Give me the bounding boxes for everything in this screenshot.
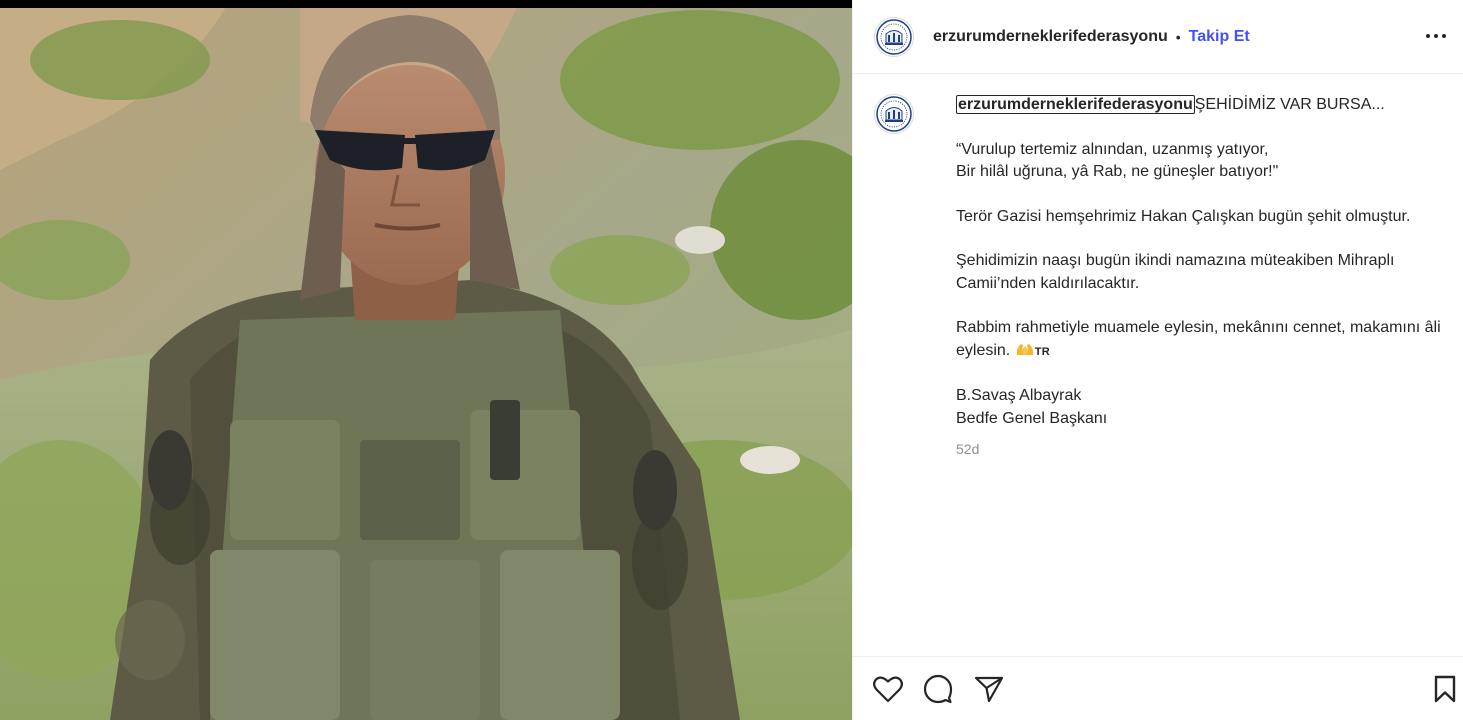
soldier-photo-image bbox=[0, 0, 852, 720]
post-viewer: erzurumderneklerifederasyonu • Takip Et bbox=[0, 0, 1463, 720]
post-photo[interactable] bbox=[0, 0, 852, 720]
caption-username-link[interactable]: erzurumderneklerifederasyonu bbox=[956, 95, 1195, 114]
bookmark-icon[interactable] bbox=[1429, 673, 1461, 705]
poem-line-1: “Vurulup tertemiz alnından, uzanmış yatı… bbox=[956, 140, 1269, 158]
post-author-username[interactable]: erzurumderneklerifederasyonu bbox=[933, 28, 1168, 46]
caption-body: erzurumderneklerifederasyonu ŞEHİDİMİZ VA… bbox=[956, 94, 1449, 461]
more-options-icon[interactable] bbox=[1423, 24, 1449, 48]
federation-logo-icon bbox=[876, 18, 912, 55]
signature-title: Bedfe Genel Başkanı bbox=[956, 409, 1108, 427]
post-details-panel: erzurumderneklerifederasyonu • Takip Et bbox=[852, 0, 1463, 720]
post-header: erzurumderneklerifederasyonu • Takip Et bbox=[853, 0, 1463, 74]
tr-flag-label: TR bbox=[1034, 345, 1050, 358]
caption-headline: ŞEHİDİMİZ VAR BURSA... bbox=[1194, 96, 1385, 113]
post-timestamp[interactable]: 52d bbox=[956, 438, 1449, 461]
caption-paragraph-2: Şehidimizin naaşı bugün ikindi namazına … bbox=[956, 252, 1395, 292]
share-icon[interactable] bbox=[973, 673, 1005, 705]
praying-hands-emoji-icon bbox=[1016, 343, 1033, 355]
comment-icon[interactable] bbox=[922, 673, 954, 705]
avatar[interactable] bbox=[874, 16, 914, 57]
caption-avatar[interactable] bbox=[874, 94, 914, 134]
caption-paragraph-3: Rabbim rahmetiyle muamele eylesin, mekân… bbox=[956, 317, 1449, 363]
post-caption: erzurumderneklerifederasyonu ŞEHİDİMİZ VA… bbox=[874, 94, 1449, 461]
caption-first-line: erzurumderneklerifederasyonu ŞEHİDİMİZ VA… bbox=[956, 94, 1449, 117]
follow-button[interactable]: Takip Et bbox=[1189, 28, 1250, 46]
federation-logo-icon bbox=[876, 96, 912, 132]
post-actions-bar bbox=[853, 656, 1463, 720]
separator-dot: • bbox=[1175, 28, 1181, 45]
caption-paragraph-1: Terör Gazisi hemşehrimiz Hakan Çalışkan … bbox=[956, 207, 1411, 225]
heart-icon[interactable] bbox=[872, 673, 904, 705]
signature-name: B.Savaş Albayrak bbox=[956, 387, 1082, 404]
poem-line-2: Bir hilâl uğruna, yâ Rab, ne güneşler ba… bbox=[956, 163, 1279, 180]
